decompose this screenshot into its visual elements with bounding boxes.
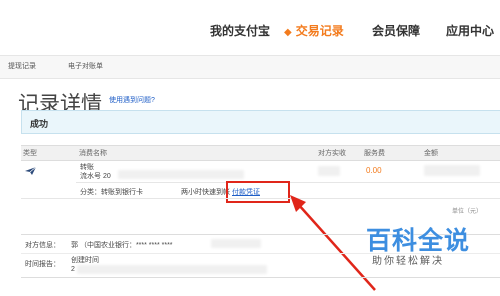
created-time-value: 2 (71, 266, 75, 273)
status-bar: 成功 (21, 110, 500, 134)
active-dot-icon: ◆ (284, 27, 292, 38)
redacted-account (211, 239, 261, 248)
tab-withdrawal-records[interactable]: 提现记录 (8, 61, 36, 71)
nav-app-center[interactable]: 应用中心 (446, 22, 494, 39)
nav-member-protection[interactable]: 会员保障 (372, 22, 420, 39)
counterparty-label: 对方信息： (25, 242, 60, 249)
column-amount: 金额 (424, 150, 438, 157)
status-text: 成功 (30, 119, 49, 129)
redacted-serial (118, 170, 244, 179)
time-label: 时间报告： (25, 261, 60, 268)
column-counterparty-received: 对方实收 (318, 150, 346, 157)
transfer-icon (25, 166, 37, 175)
redacted-amount (424, 165, 480, 176)
serial-number: 流水号 20 (80, 173, 111, 180)
nav-my-alipay[interactable]: 我的支付宝 (210, 22, 270, 39)
category-text: 分类：转账到银行卡 (80, 189, 143, 196)
nav-transaction-records-label: 交易记录 (295, 24, 344, 38)
service-fee-value: 0.00 (366, 166, 382, 175)
arrival-type: 两小时快速到帐 (181, 189, 230, 196)
watermark-subtitle: 助你轻松解决 (372, 256, 444, 267)
unit-note: 单位（元） (452, 209, 483, 215)
redacted-time (77, 265, 267, 274)
column-name: 消费名称 (79, 150, 107, 157)
counterparty-value: 郭 （中国农业银行：**** **** **** (71, 242, 173, 249)
row-divider (21, 198, 500, 199)
column-service-fee: 服务费 (364, 150, 385, 157)
redacted-counterparty-received (318, 166, 340, 176)
tab-e-statement[interactable]: 电子对账单 (68, 61, 103, 71)
top-navigation: 我的支付宝 ◆ 交易记录 会员保障 应用中心 (0, 0, 500, 56)
table-header: 类型 消费名称 对方实收 服务费 金额 (21, 145, 500, 161)
created-time-label: 创建时间 (71, 257, 99, 264)
column-type: 类型 (23, 150, 37, 157)
help-link[interactable]: 使用遇到问题? (109, 95, 155, 105)
nav-transaction-records[interactable]: ◆ 交易记录 (284, 22, 344, 39)
sub-tabs: 提现记录 电子对账单 (0, 56, 500, 79)
